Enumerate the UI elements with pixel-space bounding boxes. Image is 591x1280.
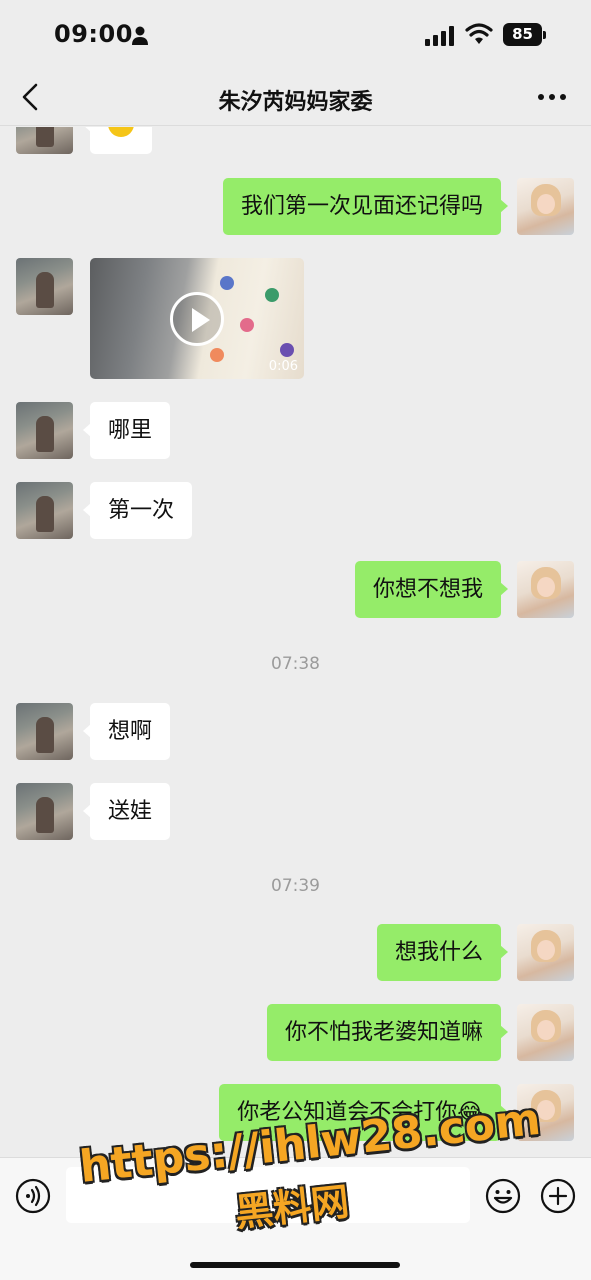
video-duration: 0:06 (268, 359, 298, 374)
contact-avatar[interactable] (16, 703, 73, 760)
video-message[interactable]: 0:06 (90, 258, 304, 379)
message-bubble-outgoing[interactable]: 我们第一次见面还记得吗 (222, 178, 509, 235)
contact-avatar[interactable] (16, 258, 73, 315)
emoji-picker-icon[interactable] (485, 1178, 521, 1214)
message-bubble-outgoing[interactable]: 想我什么 (376, 924, 509, 981)
message-timestamp: 07:39 (271, 876, 320, 896)
voice-input-icon[interactable] (15, 1178, 51, 1214)
more-options-icon[interactable] (537, 92, 567, 102)
person-icon (132, 26, 148, 45)
self-avatar[interactable] (517, 178, 574, 235)
message-bubble-outgoing[interactable]: 你老公知道会不会打你😂 (219, 1084, 508, 1141)
self-avatar[interactable] (517, 924, 574, 981)
message-text-input[interactable] (66, 1167, 470, 1223)
battery-icon: 85 (503, 23, 547, 46)
home-indicator[interactable] (190, 1262, 400, 1268)
contact-avatar[interactable] (16, 127, 73, 154)
contact-avatar[interactable] (16, 482, 73, 539)
self-avatar[interactable] (517, 1004, 574, 1061)
status-time: 09:00 (54, 20, 133, 48)
self-avatar[interactable] (517, 1084, 574, 1141)
cellular-signal-icon (425, 26, 454, 46)
play-icon[interactable] (170, 292, 224, 346)
chat-header: 朱汐芮妈妈家委 (0, 70, 591, 126)
chat-title: 朱汐芮妈妈家委 (218, 90, 373, 115)
emoji-icon (108, 127, 134, 137)
message-bubble-outgoing[interactable]: 你不怕我老婆知道嘛 (266, 1004, 509, 1061)
wifi-icon (465, 23, 493, 44)
message-bubble-incoming[interactable]: 想啊 (82, 703, 171, 760)
message-list[interactable]: 我们第一次见面还记得吗 0:06 哪里 第一次 你想不想我 07:38 想啊 送… (0, 127, 591, 1157)
message-bubble-incoming[interactable]: 送娃 (82, 783, 171, 840)
contact-avatar[interactable] (16, 402, 73, 459)
message-timestamp: 07:38 (271, 654, 320, 674)
status-bar: 09:00 85 (0, 0, 591, 70)
message-bubble-outgoing[interactable]: 你想不想我 (354, 561, 509, 618)
message-bubble-incoming[interactable]: 第一次 (82, 482, 193, 539)
message-bubble-incoming[interactable]: 哪里 (82, 402, 171, 459)
self-avatar[interactable] (517, 561, 574, 618)
battery-level: 85 (503, 23, 542, 46)
message-bubble-emoji[interactable] (83, 127, 152, 154)
contact-avatar[interactable] (16, 783, 73, 840)
more-functions-plus-icon[interactable] (540, 1178, 576, 1214)
